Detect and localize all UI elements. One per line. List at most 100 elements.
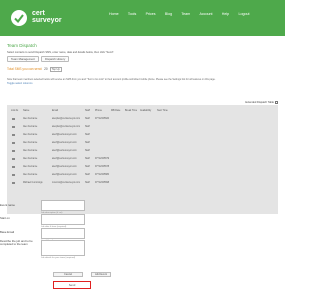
row-name: Alex Ferrance xyxy=(23,133,38,136)
dispatch-note: Note that team members selected below wi… xyxy=(7,78,216,81)
start-on-label: Start on xyxy=(0,216,10,220)
add-event-button[interactable]: Add Event xyxy=(91,272,111,277)
row-name: Alex Ferrance xyxy=(23,149,38,152)
row-staff: Staff xyxy=(85,141,90,144)
row-checkbox[interactable] xyxy=(12,165,15,169)
column-header-next-time[interactable]: Next Time xyxy=(157,109,168,112)
row-checkbox[interactable] xyxy=(12,125,15,129)
row-phone: 07712345680 xyxy=(95,173,110,176)
sms-credits-count: 20 xyxy=(44,67,48,72)
row-email: alexf@certsurveyor.com xyxy=(52,141,77,144)
cert-surveyor-logo-icon xyxy=(11,10,27,26)
contacts-table: Link At Name Email Phone Staff MB Date B… xyxy=(7,105,278,214)
extended-table-toggle[interactable]: Extended Dispatch Table xyxy=(245,101,278,104)
row-checkbox[interactable] xyxy=(12,157,15,161)
column-header-link-at[interactable]: Link At xyxy=(11,109,18,112)
table-row[interactable]: Alex Ferrance alexf@certsurveyor.com Sta… xyxy=(7,172,278,178)
row-name: Alex Ferrance xyxy=(23,117,38,120)
logo[interactable]: cert surveyor xyxy=(10,7,70,29)
app-header: cert surveyor Home Tools Prices Blog Tea… xyxy=(0,0,285,36)
logo-text-line1: cert xyxy=(32,10,45,17)
row-staff: Staff xyxy=(85,157,90,160)
row-staff: Staff xyxy=(85,133,90,136)
tab-dispatch-history[interactable]: Dispatch History xyxy=(40,56,70,62)
column-header-phone[interactable]: Phone xyxy=(95,109,102,112)
row-name: Alex Ferrance xyxy=(23,157,38,160)
event-name-label: Event name xyxy=(0,203,15,207)
row-staff: Staff xyxy=(85,125,90,128)
row-phone: 07712345620 xyxy=(95,117,110,120)
row-checkbox[interactable] xyxy=(12,141,15,145)
start-on-input[interactable] xyxy=(41,214,85,225)
table-row[interactable]: Alex Ferrance alexf@certsurveyor.com Sta… xyxy=(7,132,278,138)
nav-item-tools[interactable]: Tools xyxy=(128,12,136,16)
page-title: Team Dispatch xyxy=(7,43,37,48)
nav-item-help[interactable]: Help xyxy=(222,12,229,16)
row-email: alexf@certsurveyor.com xyxy=(52,165,77,168)
column-header-staff[interactable]: Staff xyxy=(85,109,90,112)
nav-item-home[interactable]: Home xyxy=(109,12,119,16)
row-phone: 07712345679 xyxy=(95,157,110,160)
row-staff: Staff xyxy=(85,149,90,152)
event-name-input[interactable] xyxy=(41,200,85,211)
nav-item-blog[interactable]: Blog xyxy=(165,12,172,16)
row-staff: Staff xyxy=(85,117,90,120)
expand-icon xyxy=(275,101,278,104)
row-name: Alex Ferrance xyxy=(23,173,38,176)
table-row[interactable]: Michael Cummings mcumm@certsurveyor.com … xyxy=(7,180,278,186)
top-up-button[interactable]: Top Up xyxy=(49,67,62,72)
base-email-input[interactable] xyxy=(41,228,85,239)
row-phone: 07712345698 xyxy=(95,181,110,184)
job-details-label: Describe the job and to be completed to … xyxy=(0,239,33,247)
row-name: Alex Ferrance xyxy=(23,125,38,128)
main-nav: Home Tools Prices Blog Team Account Help… xyxy=(109,12,259,16)
row-email: alexf@certsurveyor.com xyxy=(52,133,77,136)
table-row[interactable]: Alex Ferrance alexf@certsurveyor.com Sta… xyxy=(7,156,278,162)
row-staff: Staff xyxy=(85,173,90,176)
row-email: mcumm@certsurveyor.com xyxy=(52,181,80,184)
table-row[interactable]: Alex Ferrance alexpfer@certsurveyor.com … xyxy=(7,116,278,122)
tab-bar: Team Management Dispatch History xyxy=(7,56,71,62)
column-header-mb-date[interactable]: MB Date xyxy=(111,109,120,112)
row-phone: 07712345678 xyxy=(95,165,110,168)
row-name: Alex Ferrance xyxy=(23,165,38,168)
sms-credits: Total SMS you can send: 20 Top Up xyxy=(7,67,62,72)
table-header: Link At Name Email Phone Staff MB Date B… xyxy=(7,109,278,114)
table-row[interactable]: Alex Ferrance alexf@certsurveyor.com Sta… xyxy=(7,140,278,146)
nav-item-team[interactable]: Team xyxy=(181,12,190,16)
nav-item-account[interactable]: Account xyxy=(199,12,212,16)
sms-credits-label: Total SMS you can send: xyxy=(7,67,43,72)
row-checkbox[interactable] xyxy=(12,117,15,121)
column-header-availability[interactable]: Availability xyxy=(140,109,151,112)
nav-item-prices[interactable]: Prices xyxy=(146,12,156,16)
table-row[interactable]: Alex Ferrance alexf@certsurveyor.com Sta… xyxy=(7,164,278,170)
row-checkbox[interactable] xyxy=(12,133,15,137)
row-checkbox[interactable] xyxy=(12,173,15,177)
row-checkbox[interactable] xyxy=(12,181,15,185)
logo-text-line2: surveyor xyxy=(32,17,62,24)
row-name: Michael Cummings xyxy=(23,181,43,184)
extended-table-label: Extended Dispatch Table xyxy=(245,101,274,105)
toggle-columns-link[interactable]: Toggle select columns xyxy=(7,82,33,85)
row-email: alexf@certsurveyor.com xyxy=(52,149,77,152)
table-row[interactable]: Alex Ferrance alexpfer@certsurveyor.com … xyxy=(7,124,278,130)
row-name: Alex Ferrance xyxy=(23,141,38,144)
row-checkbox[interactable] xyxy=(12,149,15,153)
row-email: alexf@certsurveyor.com xyxy=(52,173,77,176)
tab-team-management[interactable]: Team Management xyxy=(7,56,39,62)
row-email: alexpfer@certsurveyor.com xyxy=(52,125,80,128)
row-email: alexpfer@certsurveyor.com xyxy=(52,117,80,120)
column-header-email[interactable]: Email xyxy=(52,109,58,112)
job-details-textarea[interactable] xyxy=(41,240,85,256)
cancel-button[interactable]: Cancel xyxy=(53,272,83,277)
base-email-label: Base Email xyxy=(0,230,15,234)
column-header-break-time[interactable]: Break Time xyxy=(125,109,137,112)
nav-item-logout[interactable]: Logout xyxy=(238,12,249,16)
row-email: alexf@certsurveyor.com xyxy=(52,157,77,160)
job-details-hint: Job details for your team (required) xyxy=(41,257,76,259)
column-header-name[interactable]: Name xyxy=(23,109,29,112)
table-row[interactable]: Alex Ferrance alexf@certsurveyor.com Sta… xyxy=(7,148,278,154)
send-button[interactable]: Send xyxy=(53,281,91,289)
row-staff: Staff xyxy=(85,181,90,184)
row-staff: Staff xyxy=(85,165,90,168)
